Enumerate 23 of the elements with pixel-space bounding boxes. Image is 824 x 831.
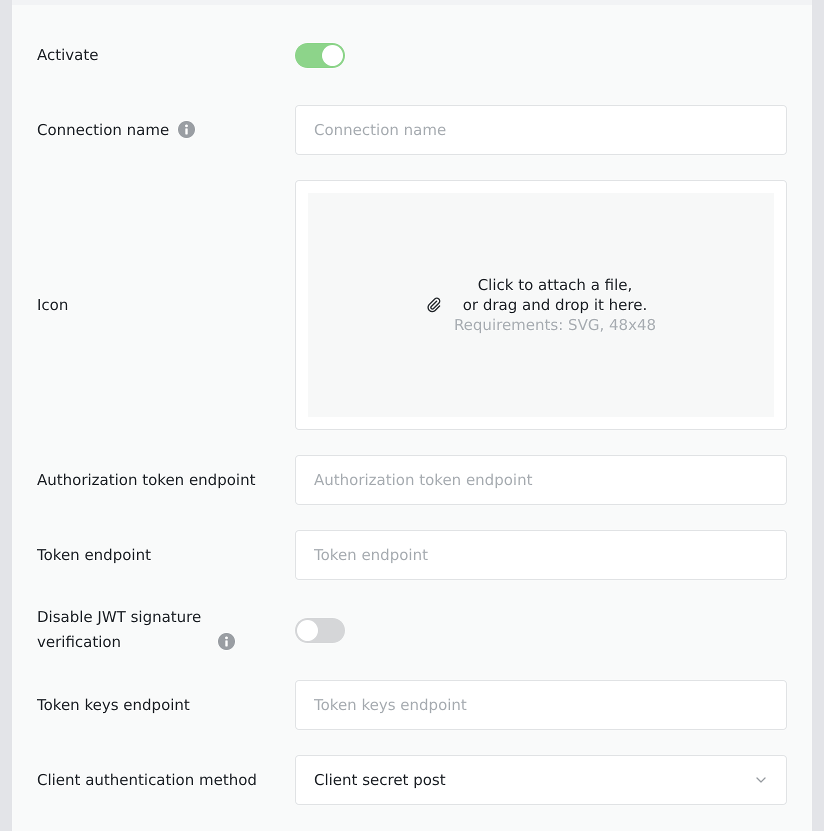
text-input[interactable]: Token endpoint <box>295 530 787 580</box>
field-label: Connection name <box>37 120 170 140</box>
field-label: Disable JWT signature verification <box>37 607 202 653</box>
field-label: Client authentication method <box>37 770 257 790</box>
field-label: Icon <box>37 294 68 316</box>
field-label: Authorization token endpoint <box>37 470 256 490</box>
text-input[interactable]: Connection name <box>295 105 787 155</box>
file-upload-field[interactable]: Click to attach a file, or drag and drop it here. Requirements: SVG, 48x48 <box>295 180 787 430</box>
info-icon[interactable] <box>218 633 235 650</box>
toggle-switch[interactable] <box>295 42 345 68</box>
select-field[interactable]: Client secret post <box>295 755 787 805</box>
text-input[interactable]: Token keys endpoint <box>295 680 787 730</box>
upload-requirements: Requirements: SVG, 48x48 <box>454 315 656 335</box>
text-input[interactable]: Authorization token endpoint <box>295 455 787 505</box>
field-label: Activate <box>37 44 98 66</box>
field-label: Token endpoint <box>37 544 151 566</box>
info-icon[interactable] <box>178 120 196 138</box>
upload-prompt: Click to attach a file, or drag and drop it here. <box>462 275 648 315</box>
paperclip-icon <box>426 297 442 313</box>
drop-zone[interactable]: Click to attach a file, or drag and drop it here. Requirements: SVG, 48x48 <box>308 193 774 417</box>
chevron-down-icon <box>756 777 766 783</box>
field-label: Token keys endpoint <box>37 694 190 716</box>
toggle-switch[interactable] <box>295 618 345 642</box>
